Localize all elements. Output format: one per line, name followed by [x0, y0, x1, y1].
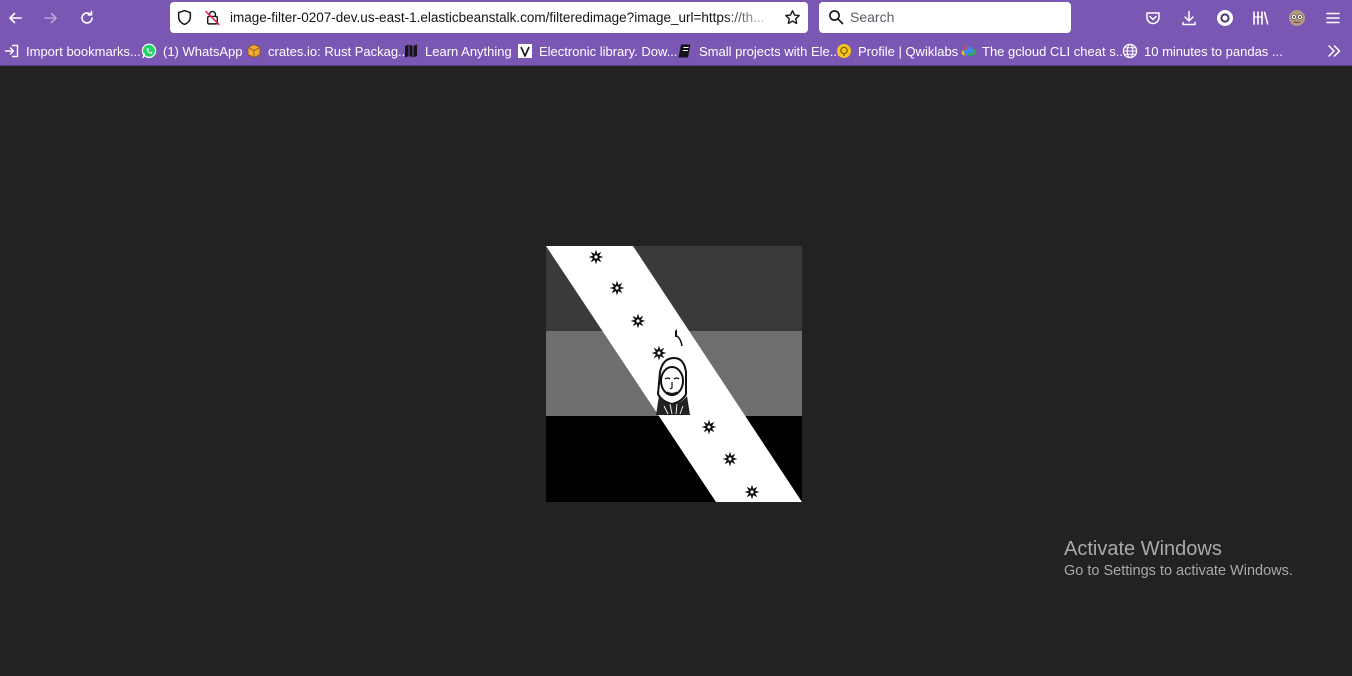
bookmark-label: crates.io: Rust Packag...: [268, 43, 409, 59]
star-centre: [657, 351, 661, 355]
notebook-icon: [677, 43, 693, 59]
bookmark-label: (1) WhatsApp: [163, 43, 243, 59]
filtered-image: [546, 246, 802, 502]
bookmark-label: Electronic library. Dow...: [539, 43, 678, 59]
gcloud-icon: [960, 43, 976, 59]
menu-button[interactable]: [1321, 6, 1345, 30]
star-centre: [636, 319, 640, 323]
bookmark-label: Profile | Qwiklabs: [858, 43, 959, 59]
bookmark-small-projects[interactable]: Small projects with Ele...: [677, 36, 841, 66]
forward-button[interactable]: [39, 6, 63, 30]
forward-arrow-icon: [44, 12, 57, 24]
extension-avatar-icon: [1289, 10, 1305, 26]
library-icon: [517, 43, 533, 59]
bookmark-gcloud-cheat-sheet[interactable]: The gcloud CLI cheat s...: [960, 36, 1127, 66]
reload-icon: [81, 10, 93, 24]
url-text[interactable]: image-filter-0207-dev.us-east-1.elasticb…: [230, 2, 778, 33]
windows-activation-watermark: Activate Windows Go to Settings to activ…: [1064, 537, 1293, 581]
bookmark-label: 10 minutes to pandas ...: [1144, 43, 1283, 59]
bookmarks-overflow-button[interactable]: [1326, 36, 1342, 66]
account-button[interactable]: [1213, 6, 1237, 30]
bookmark-import[interactable]: Import bookmarks...: [4, 36, 141, 66]
search-icon: [829, 10, 844, 25]
insecure-lock-icon[interactable]: [204, 9, 221, 26]
library-button[interactable]: [1249, 6, 1273, 30]
star-centre: [707, 425, 711, 429]
import-icon: [4, 43, 20, 59]
reload-button[interactable]: [75, 6, 99, 30]
browser-toolbar: image-filter-0207-dev.us-east-1.elasticb…: [0, 0, 1352, 36]
bookmark-electronic-library[interactable]: Electronic library. Dow...: [517, 36, 677, 66]
bookmark-pandas[interactable]: 10 minutes to pandas ...: [1122, 36, 1283, 66]
bookmark-qwiklabs[interactable]: Profile | Qwiklabs: [836, 36, 958, 66]
bookmark-star-icon[interactable]: [784, 9, 801, 26]
tracking-protection-shield-icon[interactable]: [176, 9, 193, 26]
qwiklabs-icon: [836, 43, 852, 59]
bookmark-crates[interactable]: crates.io: Rust Packag...: [246, 36, 409, 66]
page-content: [0, 66, 1352, 676]
downloads-button[interactable]: [1177, 6, 1201, 30]
bookmarks-toolbar: Import bookmarks... (1) WhatsApp crates.…: [0, 36, 1352, 66]
star-centre: [615, 286, 619, 290]
bookmark-label: Learn Anything: [425, 43, 512, 59]
watermark-title: Activate Windows: [1064, 538, 1222, 560]
bookmark-label: Small projects with Ele...: [699, 43, 841, 59]
library-icon: [1253, 11, 1269, 25]
crates-icon: [246, 43, 262, 59]
back-button[interactable]: [3, 6, 27, 30]
back-arrow-icon: [9, 12, 22, 24]
bookmark-whatsapp[interactable]: (1) WhatsApp: [141, 36, 242, 66]
globe-icon: [1122, 43, 1138, 59]
search-placeholder[interactable]: Search: [850, 2, 894, 33]
whatsapp-icon: [141, 43, 157, 59]
map-icon: [403, 43, 419, 59]
extension-button[interactable]: [1285, 6, 1309, 30]
pocket-icon: [1146, 12, 1160, 25]
bookmark-learn-anything[interactable]: Learn Anything: [403, 36, 512, 66]
chevron-double-right-icon: [1328, 45, 1341, 57]
download-icon: [1182, 10, 1196, 26]
watermark-subtitle: Go to Settings to activate Windows.: [1064, 563, 1293, 579]
pocket-button[interactable]: [1141, 6, 1165, 30]
account-icon: [1217, 10, 1233, 26]
star-centre: [750, 490, 754, 494]
hamburger-menu-icon: [1326, 12, 1340, 24]
search-bar[interactable]: Search: [819, 2, 1071, 33]
bookmark-label: Import bookmarks...: [26, 43, 141, 59]
star-centre: [594, 255, 598, 259]
star-centre: [728, 457, 732, 461]
bookmark-label: The gcloud CLI cheat s...: [982, 43, 1127, 59]
address-bar[interactable]: image-filter-0207-dev.us-east-1.elasticb…: [170, 2, 808, 33]
